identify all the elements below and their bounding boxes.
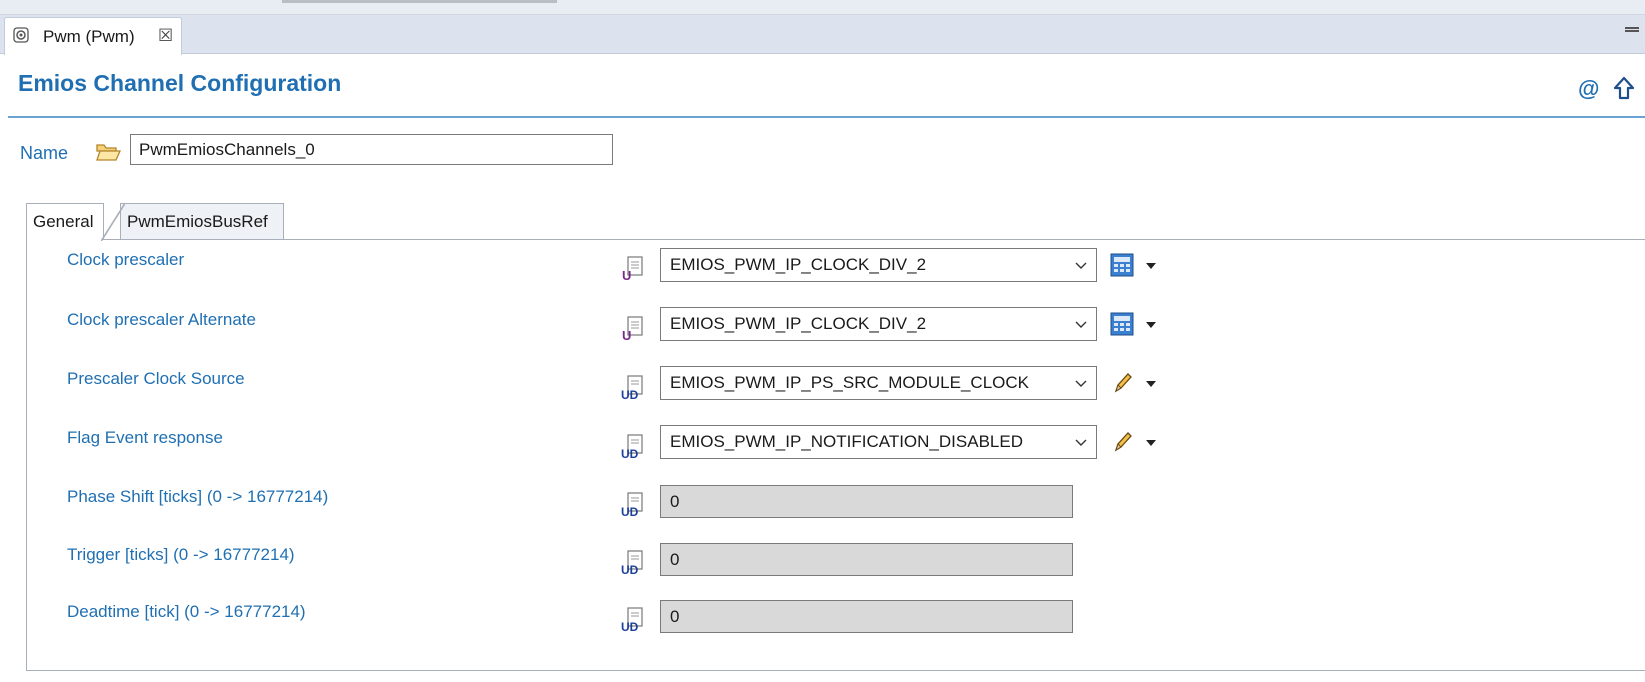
horizontal-scroll-thumb[interactable] [282,0,557,3]
clock-prescaler-label: Clock prescaler [67,250,185,269]
trigger-label: Trigger [ticks] (0 -> 16777214) [67,545,295,564]
deadtime-label: Deadtime [tick] (0 -> 16777214) [67,602,306,621]
clock-prescaler-value: EMIOS_PWM_IP_CLOCK_DIV_2 [670,255,927,274]
svg-text:U: U [622,268,631,282]
clock-prescaler-alternate-label: Clock prescaler Alternate [67,310,256,329]
name-label: Name [20,143,69,163]
param-userdef-icon: UD [621,607,643,633]
prescaler-clock-source-label: Prescaler Clock Source [67,369,245,388]
phase-shift-field[interactable]: 0 [660,485,1073,518]
pencil-icon[interactable] [1112,430,1134,454]
flag-event-response-label: Flag Event response [67,428,223,447]
clock-prescaler-select[interactable]: EMIOS_PWM_IP_CLOCK_DIV_2 [660,248,1097,282]
phase-shift-value: 0 [670,492,680,511]
svg-text:UD: UD [621,563,639,576]
calculator-icon[interactable] [1110,312,1134,336]
param-config-icon: U [622,316,643,342]
tab-general[interactable]: General [26,203,125,241]
caret-down-icon[interactable] [1145,321,1157,329]
param-userdef-icon: UD [621,434,643,460]
svg-text:UD: UD [621,620,639,633]
name-input[interactable]: PwmEmiosChannels_0 [130,134,613,165]
pencil-icon[interactable] [1112,371,1134,395]
open-folder-icon[interactable] [95,141,121,163]
caret-down-icon[interactable] [1145,380,1157,388]
param-config-icon: U [622,256,643,282]
caret-down-icon[interactable] [1145,439,1157,447]
module-config-icon [13,27,29,43]
chevron-down-icon [1075,262,1087,269]
close-icon[interactable]: ☒ [158,27,173,45]
chevron-down-icon [1075,439,1087,446]
editor-tab-bar: Pwm (Pwm) ☒ [0,15,1645,55]
svg-text:UD: UD [621,447,639,460]
title-divider [8,116,1645,118]
param-userdef-icon: UD [621,550,643,576]
clock-prescaler-alternate-value: EMIOS_PWM_IP_CLOCK_DIV_2 [670,314,927,333]
chevron-down-icon [1075,321,1087,328]
caret-down-icon[interactable] [1145,262,1157,270]
trigger-field[interactable]: 0 [660,543,1073,576]
param-userdef-icon: UD [621,492,643,518]
flag-event-response-select[interactable]: EMIOS_PWM_IP_NOTIFICATION_DISABLED [660,425,1097,459]
prescaler-clock-source-select[interactable]: EMIOS_PWM_IP_PS_SRC_MODULE_CLOCK [660,366,1097,400]
phase-shift-label: Phase Shift [ticks] (0 -> 16777214) [67,487,329,506]
svg-text:UD: UD [621,388,639,401]
svg-text:UD: UD [621,505,639,518]
prescaler-clock-source-value: EMIOS_PWM_IP_PS_SRC_MODULE_CLOCK [670,373,1029,392]
svg-text:U: U [622,328,631,342]
deadtime-field[interactable]: 0 [660,600,1073,633]
editor-tab-pwm[interactable]: Pwm (Pwm) ☒ [4,17,182,55]
editor-tab-label: Pwm (Pwm) [43,27,135,46]
window-top-strip [0,0,1645,15]
chevron-down-icon [1075,380,1087,387]
minimize-icon[interactable] [1625,27,1639,32]
clock-prescaler-alternate-select[interactable]: EMIOS_PWM_IP_CLOCK_DIV_2 [660,307,1097,341]
param-userdef-icon: UD [621,375,643,401]
at-icon[interactable]: @ [1578,76,1599,102]
page-title: Emios Channel Configuration [18,70,342,96]
tab-pwmemiosbusref[interactable]: PwmEmiosBusRef [120,203,284,240]
deadtime-value: 0 [670,607,680,626]
trigger-value: 0 [670,550,680,569]
arrow-up-icon[interactable] [1613,76,1635,102]
calculator-icon[interactable] [1110,253,1134,277]
flag-event-response-value: EMIOS_PWM_IP_NOTIFICATION_DISABLED [670,432,1023,451]
